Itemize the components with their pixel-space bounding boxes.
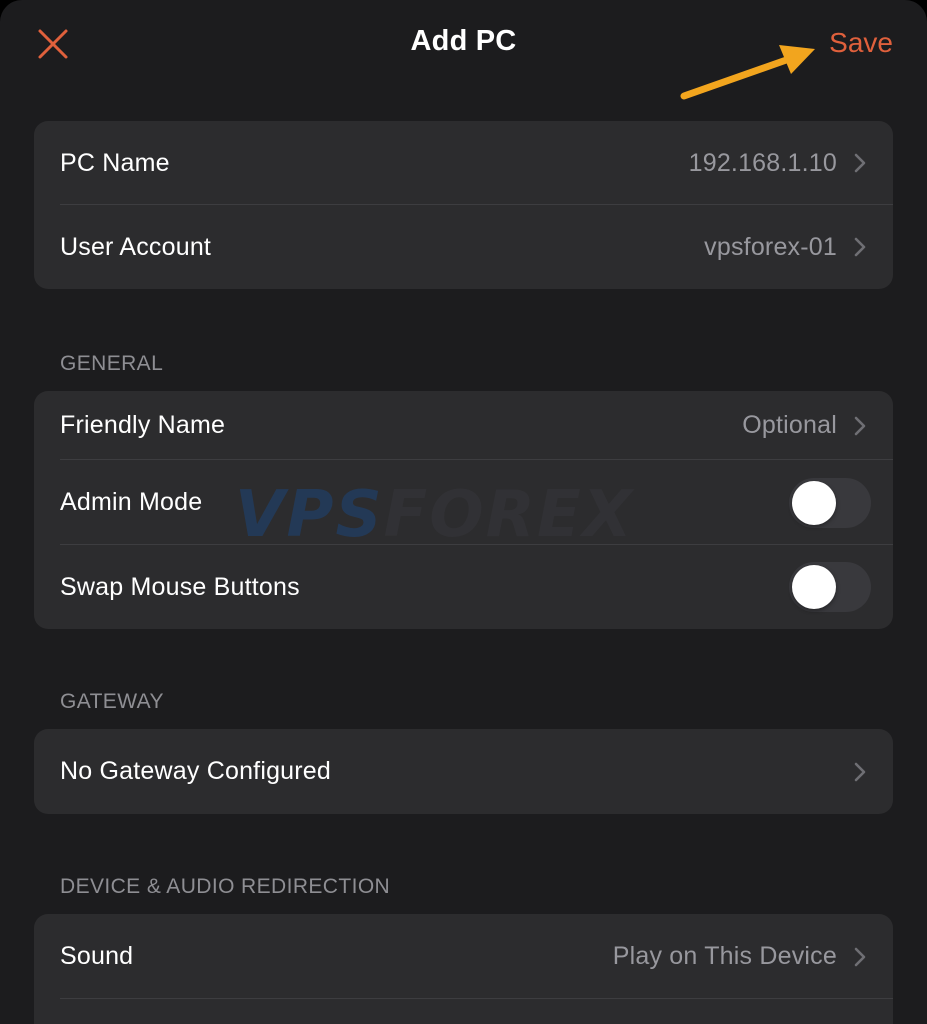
sound-value: Play on This Device <box>612 942 837 970</box>
swap-mouse-buttons-toggle[interactable] <box>789 562 871 612</box>
user-account-label: User Account <box>60 232 212 261</box>
section-header-gateway: GATEWAY <box>60 690 164 713</box>
user-account-value: vpsforex-01 <box>704 232 837 261</box>
device-audio-group: Sound Play on This Device <box>34 914 893 1024</box>
toggle-knob <box>792 565 836 609</box>
pc-name-row[interactable]: PC Name 192.168.1.10 <box>34 121 893 205</box>
connection-group: PC Name 192.168.1.10 User Account vpsfor… <box>34 121 893 289</box>
save-button[interactable]: Save <box>829 27 893 59</box>
chevron-right-icon <box>854 153 866 173</box>
admin-mode-label: Admin Mode <box>60 488 203 516</box>
admin-mode-toggle[interactable] <box>789 477 871 528</box>
add-pc-screen: Add PC Save PC Name 192.168.1.10 User Ac… <box>0 0 927 1024</box>
navigation-bar: Add PC Save <box>0 0 927 90</box>
sound-label: Sound <box>60 942 134 970</box>
user-account-row[interactable]: User Account vpsforex-01 <box>34 205 893 289</box>
admin-mode-row: Admin Mode <box>34 460 893 545</box>
toggle-knob <box>792 480 836 525</box>
chevron-right-icon <box>854 237 866 257</box>
chevron-right-icon <box>854 762 866 781</box>
gateway-label: No Gateway Configured <box>60 757 332 785</box>
chevron-right-icon <box>854 416 866 435</box>
sound-row[interactable]: Sound Play on This Device <box>34 914 893 999</box>
page-title: Add PC <box>410 25 517 57</box>
pc-name-label: PC Name <box>60 148 170 177</box>
pc-name-value: 192.168.1.10 <box>688 148 837 177</box>
section-header-general: GENERAL <box>60 352 164 375</box>
chevron-right-icon <box>854 947 866 966</box>
swap-mouse-buttons-row: Swap Mouse Buttons <box>34 545 893 629</box>
row-divider <box>60 998 893 999</box>
friendly-name-label: Friendly Name <box>60 411 226 439</box>
gateway-group: No Gateway Configured <box>34 729 893 814</box>
gateway-row[interactable]: No Gateway Configured <box>34 729 893 814</box>
friendly-name-value: Optional <box>742 411 837 439</box>
section-header-device-audio: DEVICE & AUDIO REDIRECTION <box>60 875 391 898</box>
friendly-name-row[interactable]: Friendly Name Optional <box>34 391 893 460</box>
swap-mouse-buttons-label: Swap Mouse Buttons <box>60 572 300 601</box>
general-group: Friendly Name Optional Admin Mode Swap M… <box>34 391 893 629</box>
